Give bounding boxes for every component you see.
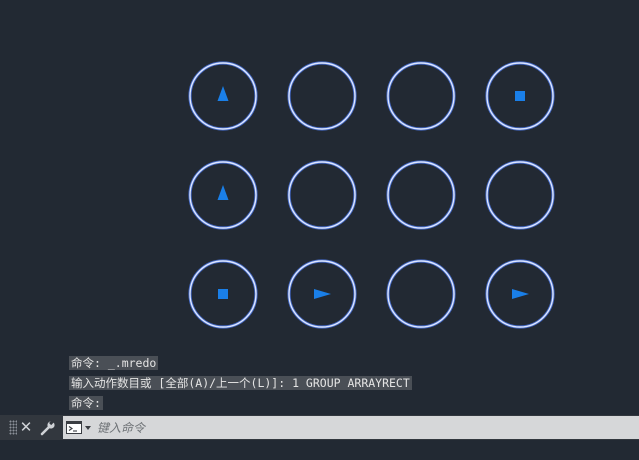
- close-icon[interactable]: ✕: [18, 416, 34, 438]
- command-input-container[interactable]: [63, 416, 639, 439]
- array-cell[interactable]: [188, 61, 258, 131]
- command-history-line-2: 输入动作数目或 [全部(A)/上一个(L)]: 1 GROUP ARRAYREC…: [69, 376, 412, 390]
- status-bar: [0, 440, 639, 460]
- array-cell[interactable]: [386, 61, 456, 131]
- circle-outline[interactable]: [486, 161, 554, 229]
- square-marker: [218, 289, 228, 299]
- array-cell[interactable]: [287, 259, 357, 329]
- triangle-up-marker: [217, 86, 229, 101]
- array-cell[interactable]: [485, 259, 555, 329]
- command-line-bar: ✕: [0, 415, 639, 440]
- array-cell[interactable]: [287, 61, 357, 131]
- circle-outline[interactable]: [288, 62, 356, 130]
- wrench-icon[interactable]: [39, 419, 57, 437]
- array-cell[interactable]: [287, 160, 357, 230]
- array-cell[interactable]: [188, 259, 258, 329]
- circle-outline[interactable]: [387, 62, 455, 130]
- triangle-right-marker: [314, 289, 331, 299]
- array-cell[interactable]: [386, 259, 456, 329]
- circle-outline[interactable]: [387, 260, 455, 328]
- command-prompt-icon[interactable]: [66, 421, 82, 434]
- circle-outline[interactable]: [288, 161, 356, 229]
- array-cell[interactable]: [485, 160, 555, 230]
- command-input[interactable]: [97, 416, 627, 439]
- chevron-down-icon[interactable]: [85, 426, 91, 430]
- circle-outline[interactable]: [387, 161, 455, 229]
- square-marker: [515, 91, 525, 101]
- circle-array[interactable]: [188, 61, 555, 329]
- array-cell[interactable]: [485, 61, 555, 131]
- drag-handle-icon[interactable]: [9, 420, 17, 435]
- command-history-line-1: 命令: _.mredo: [69, 356, 159, 370]
- triangle-right-marker: [512, 289, 529, 299]
- drawing-canvas[interactable]: [0, 0, 639, 460]
- triangle-up-marker: [217, 185, 229, 200]
- array-cell[interactable]: [188, 160, 258, 230]
- command-history-line-3: 命令:: [69, 396, 103, 410]
- array-cell[interactable]: [386, 160, 456, 230]
